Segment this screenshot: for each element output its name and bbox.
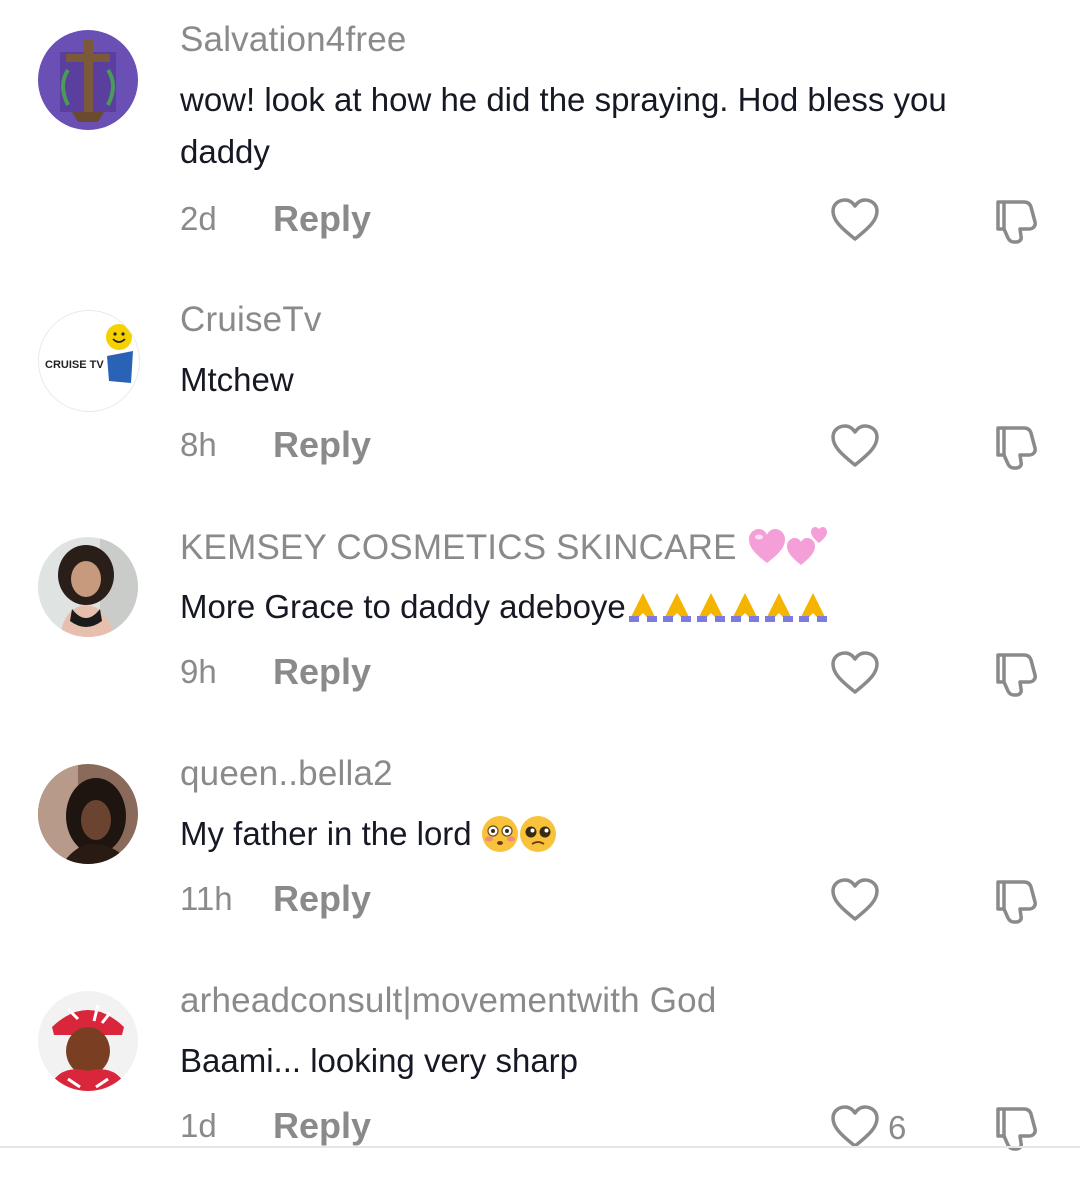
comment-username[interactable]: arheadconsult|movementwith God bbox=[180, 981, 717, 1021]
folded-hands-icon bbox=[628, 593, 657, 622]
man-red-cap-photo-icon bbox=[38, 991, 138, 1091]
like-heart-icon[interactable] bbox=[830, 197, 880, 243]
pleading-face-icon bbox=[519, 816, 556, 852]
comment-item: CRUISE TV CruiseTv Mtchew 8h Reply bbox=[0, 280, 1080, 507]
comment-timestamp: 2d bbox=[180, 200, 217, 237]
comment-username[interactable]: Salvation4free bbox=[180, 20, 407, 60]
user-avatar[interactable]: CRUISE TV bbox=[38, 310, 140, 412]
comment-username[interactable]: CruiseTv bbox=[180, 300, 322, 340]
comment-timestamp: 8h bbox=[180, 426, 217, 463]
folded-hands-icon bbox=[730, 593, 759, 622]
dislike-icon[interactable] bbox=[990, 649, 1042, 697]
user-avatar[interactable] bbox=[38, 991, 138, 1091]
comment-text: More Grace to daddy adeboye bbox=[180, 581, 1020, 633]
like-heart-icon[interactable] bbox=[830, 423, 880, 469]
cross-avatar-icon bbox=[38, 30, 138, 130]
reply-button[interactable]: Reply bbox=[273, 424, 371, 466]
user-avatar[interactable] bbox=[38, 764, 138, 864]
dislike-icon[interactable] bbox=[990, 876, 1042, 924]
comment-timestamp: 11h bbox=[180, 880, 233, 917]
comment-text: wow! look at how he did the spraying. Ho… bbox=[180, 81, 947, 170]
dislike-icon[interactable] bbox=[990, 1103, 1042, 1151]
username-text: KEMSEY COSMETICS SKINCARE bbox=[180, 528, 737, 567]
comment-username[interactable]: queen..bella2 bbox=[180, 754, 393, 794]
comment-item: KEMSEY COSMETICS SKINCARE More Grace to … bbox=[0, 507, 1080, 734]
dislike-icon[interactable] bbox=[990, 196, 1042, 244]
like-heart-icon[interactable] bbox=[830, 877, 880, 923]
bottom-divider bbox=[0, 1146, 1080, 1148]
two-hearts-emoji-icon bbox=[786, 527, 827, 565]
cruise-tv-logo-icon: CRUISE TV bbox=[39, 311, 139, 411]
user-avatar[interactable] bbox=[38, 537, 138, 637]
comment-text: Baami... looking very sharp bbox=[180, 1042, 579, 1079]
like-count: 6 bbox=[888, 1109, 907, 1146]
folded-hands-icon bbox=[798, 593, 827, 622]
dislike-icon[interactable] bbox=[990, 422, 1042, 470]
folded-hands-icon bbox=[764, 593, 793, 622]
folded-hands-icon bbox=[696, 593, 725, 622]
user-avatar[interactable] bbox=[38, 30, 138, 130]
reply-button[interactable]: Reply bbox=[273, 878, 371, 920]
avatar-logo-text: CRUISE TV bbox=[45, 359, 104, 371]
woman-photo-icon bbox=[38, 764, 138, 864]
comment-item: arheadconsult|movementwith God Baami... … bbox=[0, 961, 1080, 1188]
comment-username[interactable]: KEMSEY COSMETICS SKINCARE bbox=[180, 527, 827, 568]
comment-item: queen..bella2 My father in the lord 11h … bbox=[0, 734, 1080, 961]
comment-timestamp: 1d bbox=[180, 1107, 217, 1144]
heart-emoji-icon bbox=[748, 529, 785, 563]
like-heart-icon[interactable] bbox=[830, 1104, 880, 1150]
folded-hands-icon bbox=[662, 593, 691, 622]
comment-timestamp: 9h bbox=[180, 653, 217, 690]
reply-button[interactable]: Reply bbox=[273, 651, 371, 693]
like-heart-icon[interactable] bbox=[830, 650, 880, 696]
comment-text-content: My father in the lord bbox=[180, 815, 472, 852]
comment-item: Salvation4free wow! look at how he did t… bbox=[0, 0, 1080, 244]
reply-button[interactable]: Reply bbox=[273, 1105, 371, 1147]
reply-button[interactable]: Reply bbox=[273, 198, 371, 240]
comment-text: My father in the lord bbox=[180, 808, 1020, 860]
woman-photo-icon bbox=[38, 537, 138, 637]
flushed-face-icon bbox=[481, 816, 518, 852]
comment-text-content: More Grace to daddy adeboye bbox=[180, 588, 626, 625]
comment-text: Mtchew bbox=[180, 361, 294, 398]
